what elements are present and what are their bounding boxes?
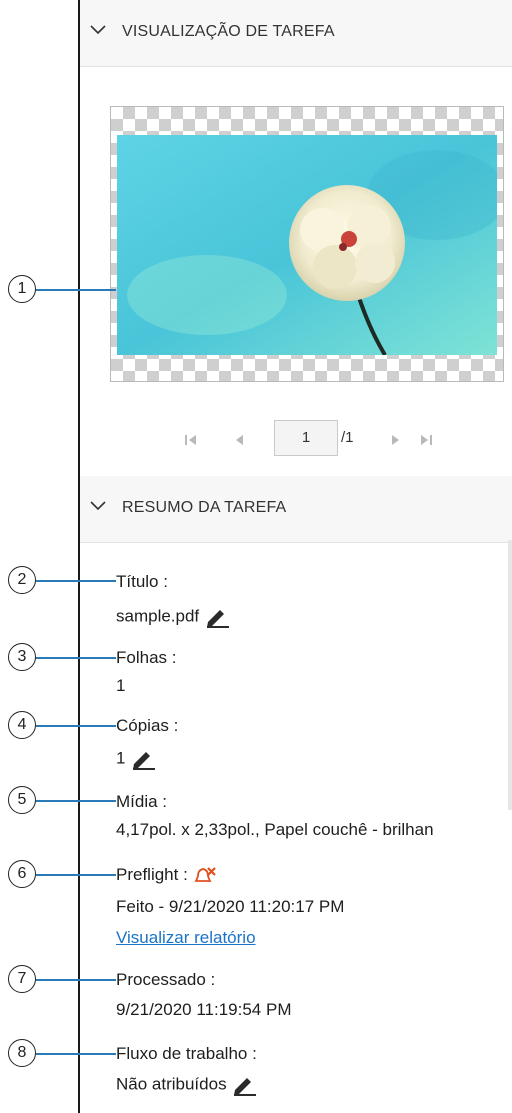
callout-8: 8	[8, 1039, 36, 1067]
callout-4: 4	[8, 711, 36, 739]
first-page-icon[interactable]	[183, 432, 199, 448]
preview-section-header[interactable]: VISUALIZAÇÃO DE TAREFA	[80, 0, 512, 67]
callout-leader-1	[36, 289, 116, 291]
processed-label: Processado :	[116, 970, 216, 989]
callout-leader-3	[36, 657, 116, 659]
callout-leader-7	[36, 979, 116, 981]
preflight-label: Preflight :	[116, 865, 188, 884]
copies-label: Cópias :	[116, 716, 179, 735]
view-report-link[interactable]: Visualizar relatório	[116, 928, 256, 948]
callout-leader-2	[36, 580, 116, 582]
copies-value: 1	[116, 748, 126, 768]
callout-7: 7	[8, 965, 36, 993]
title-label: Título :	[116, 572, 168, 591]
workflow-value: Não atribuídos	[116, 1074, 227, 1094]
callout-1: 1	[8, 275, 36, 303]
callout-leader-8	[36, 1053, 116, 1055]
preflight-value: Feito - 9/21/2020 11:20:17 PM	[116, 897, 345, 916]
pencil-icon[interactable]	[231, 1074, 257, 1096]
page-number-input[interactable]: 1	[274, 420, 338, 456]
summary-section-header[interactable]: RESUMO DA TAREFA	[80, 476, 512, 543]
workflow-value-row: Não atribuídos	[116, 1074, 257, 1096]
processed-value: 9/21/2020 11:19:54 PM	[116, 1000, 292, 1019]
sheets-value: 1	[116, 676, 126, 695]
callout-5: 5	[8, 786, 36, 814]
callout-leader-5	[36, 800, 116, 802]
summary-scrollbar[interactable]	[508, 540, 512, 810]
next-page-icon[interactable]	[389, 432, 403, 448]
chevron-down-icon	[90, 501, 106, 511]
last-page-icon[interactable]	[418, 432, 434, 448]
preflight-alert-icon[interactable]	[193, 866, 217, 886]
callout-2: 2	[8, 566, 36, 594]
callout-6: 6	[8, 860, 36, 888]
summary-section-title: RESUMO DA TAREFA	[122, 499, 287, 516]
callout-leader-6	[36, 874, 116, 876]
preflight-label-row: Preflight :	[116, 865, 217, 886]
pencil-icon[interactable]	[130, 748, 156, 770]
job-preview-thumbnail	[110, 106, 504, 382]
prev-page-icon[interactable]	[232, 432, 246, 448]
media-label: Mídia :	[116, 792, 168, 811]
title-value-row: sample.pdf	[116, 606, 230, 628]
page-total-label: /1	[341, 429, 354, 446]
chevron-down-icon	[90, 25, 106, 35]
media-value: 4,17pol. x 2,33pol., Papel couchê - bril…	[116, 820, 434, 839]
copies-value-row: 1	[116, 748, 156, 770]
pencil-icon[interactable]	[204, 606, 230, 628]
title-value: sample.pdf	[116, 606, 200, 626]
workflow-label: Fluxo de trabalho :	[116, 1044, 257, 1063]
flower-preview-image	[117, 135, 497, 355]
sheets-label: Folhas :	[116, 648, 177, 667]
callout-leader-4	[36, 725, 116, 727]
preview-section-title: VISUALIZAÇÃO DE TAREFA	[122, 23, 335, 40]
callout-3: 3	[8, 643, 36, 671]
